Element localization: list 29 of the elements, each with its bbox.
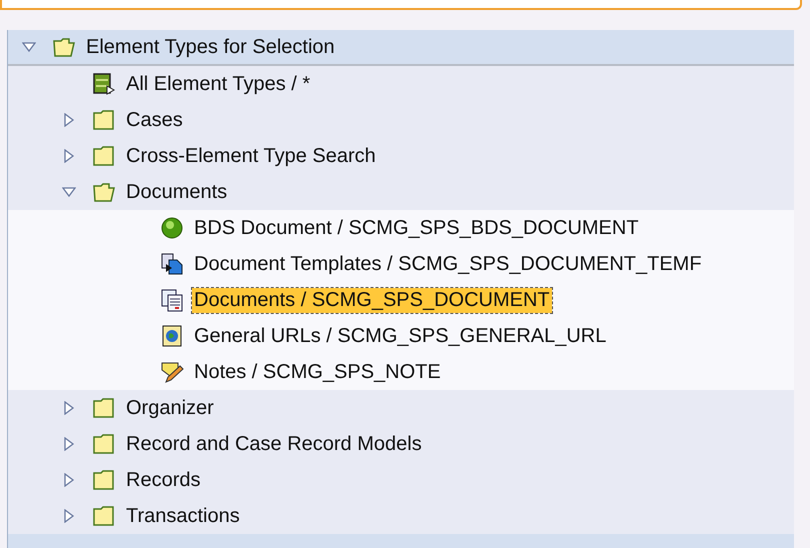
tree-item[interactable]: Element Types for Selection: [84, 34, 337, 60]
expander-icon[interactable]: [62, 509, 76, 523]
ball-icon: [160, 216, 184, 240]
tree-item[interactable]: Records: [124, 468, 202, 492]
folder-icon: [92, 144, 116, 168]
expander-icon[interactable]: [62, 185, 76, 199]
expander-icon[interactable]: [62, 437, 76, 451]
folder-icon: [92, 108, 116, 132]
documents-icon: [160, 288, 184, 312]
expander-icon[interactable]: [62, 401, 76, 415]
tree-header[interactable]: Element Types for Selection: [8, 30, 794, 66]
expander-icon[interactable]: [22, 40, 36, 54]
globe-page-icon: [160, 324, 184, 348]
expander-icon[interactable]: [62, 113, 76, 127]
document-copy-icon: [160, 252, 184, 276]
tree-item[interactable]: Cases: [124, 108, 185, 132]
folder-icon: [92, 504, 116, 528]
folder-icon: [92, 432, 116, 456]
folder-icon: [92, 468, 116, 492]
tree-item[interactable]: Documents / SCMG_SPS_DOCUMENT: [192, 288, 552, 312]
tree-item[interactable]: Organizer: [124, 396, 216, 420]
tree-item[interactable]: Documents: [124, 180, 230, 204]
expander-icon[interactable]: [62, 473, 76, 487]
note-pencil-icon: [160, 360, 184, 384]
tree-item[interactable]: Transactions: [124, 504, 242, 528]
expander-icon[interactable]: [62, 149, 76, 163]
tree-item[interactable]: All Element Types / *: [124, 72, 312, 96]
list-icon: [92, 72, 116, 96]
folder-icon: [92, 396, 116, 420]
